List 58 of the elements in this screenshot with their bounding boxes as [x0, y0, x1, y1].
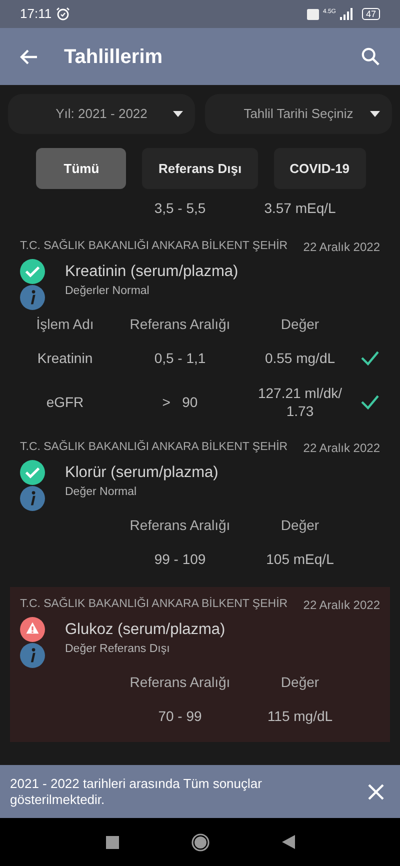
test-title: Glukoz (serum/plazma) [65, 620, 226, 640]
check-circle-icon [20, 259, 45, 284]
info-icon[interactable] [20, 643, 45, 668]
dropdown-field[interactable]: Yıl: 2021 - 2022 [8, 94, 195, 134]
dropdown-caret-icon [173, 111, 183, 117]
check-circle-icon [20, 460, 45, 485]
back-arrow-icon[interactable] [20, 48, 38, 64]
table-cell-text: Kreatinin [36, 348, 94, 368]
check-icon [360, 350, 380, 366]
test-title: Kreatinin (serum/plazma) [65, 262, 238, 282]
result-summary: Değer Referans Dışı [65, 642, 170, 657]
search-icon[interactable] [361, 47, 380, 66]
table-cell-text: 127.21 ml/dk/ 1.73 [256, 384, 344, 420]
recent-apps-icon[interactable] [106, 836, 118, 848]
column-header: Değer [280, 314, 320, 334]
check-icon [360, 394, 380, 410]
home-icon[interactable] [190, 832, 210, 852]
dropdown-field[interactable]: Tahlil Tarihi Seçiniz [205, 94, 392, 134]
dropdown-caret-icon [370, 111, 380, 117]
column-header: Referans Aralığı [128, 314, 232, 334]
close-icon[interactable] [368, 784, 384, 800]
hospital-name: T.C. SAĞLIK BAKANLIĞI ANKARA BİLKENT ŞEHİR [20, 238, 288, 254]
table-cell-text: 105 mEq/L [265, 550, 335, 568]
column-header: Değer [280, 516, 320, 535]
table-cell-text: 3,5 - 5,5 [153, 198, 207, 218]
filter-tab[interactable]: Tümü [36, 148, 126, 189]
table-cell-text: 0.55 mg/dL [264, 349, 336, 367]
table-cell-text: > 90 [161, 392, 199, 412]
result-date: 22 Aralık 2022 [303, 239, 380, 256]
hospital-name: T.C. SAĞLIK BAKANLIĞI ANKARA BİLKENT ŞEHİR [20, 439, 288, 456]
battery-indicator: 47 [362, 8, 380, 20]
column-header: Referans Aralığı [128, 516, 232, 535]
signal-icon [340, 8, 354, 20]
back-icon[interactable] [282, 835, 294, 849]
column-header: Referans Aralığı [128, 672, 232, 692]
result-summary: Değerler Normal [65, 284, 150, 299]
result-date: 22 Aralık 2022 [303, 597, 380, 614]
status-time: 17:11 [20, 5, 52, 24]
filter-tab[interactable]: COVID-19 [274, 148, 366, 189]
result-summary: Değer Normal [65, 484, 137, 500]
warning-icon [20, 617, 45, 642]
result-date: 22 Aralık 2022 [303, 440, 380, 457]
app-title: Tahlillerim [64, 44, 164, 70]
table-cell-text: 70 - 99 [157, 706, 203, 726]
info-icon[interactable] [20, 486, 45, 511]
column-header: Değer [280, 672, 320, 692]
alarm-icon [56, 7, 70, 21]
table-cell-text: 115 mg/dL [266, 707, 334, 725]
snackbar-message: 2021 - 2022 tarihleri arasında Tüm sonuçlar gösterilmektedir. [10, 776, 263, 808]
table-cell-text: 99 - 109 [153, 550, 207, 568]
info-icon[interactable] [20, 285, 45, 310]
filter-tab[interactable]: Referans Dışı [142, 148, 258, 189]
table-cell-text: 3.57 mEq/L [263, 198, 337, 218]
column-header: İşlem Adı [35, 314, 95, 334]
table-cell-text: eGFR [45, 392, 85, 412]
test-title: Klorür (serum/plazma) [65, 462, 218, 483]
table-cell-text: 0,5 - 1,1 [153, 348, 207, 368]
hospital-name: T.C. SAĞLIK BAKANLIĞI ANKARA BİLKENT ŞEHİR [20, 596, 288, 612]
